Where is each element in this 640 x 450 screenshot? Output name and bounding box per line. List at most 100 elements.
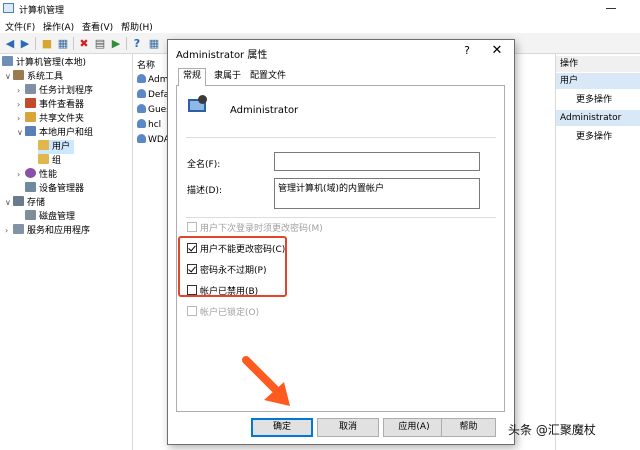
list-item[interactable]: Admi [137, 74, 171, 85]
folder-up-icon[interactable]: ■ [40, 37, 54, 50]
toolbar-separator [126, 37, 127, 50]
must-change-password-checkbox[interactable]: 用户下次登录时须更改密码(M) [187, 222, 323, 234]
tree-label: 性能 [39, 170, 58, 180]
tab-profile[interactable]: 配置文件 [246, 69, 290, 85]
cancel-button[interactable]: 取消 [317, 418, 379, 437]
minimize-button[interactable] [599, 0, 623, 17]
user-icon [137, 74, 146, 83]
dialog-title: Administrator 属性 [176, 50, 268, 61]
tree-item-services-apps[interactable]: › 服务和应用程序 [5, 224, 90, 238]
tree-label: 服务和应用程序 [27, 226, 91, 236]
tree-item-device-manager[interactable]: 设备管理器 [25, 182, 84, 196]
tree-item-task-scheduler[interactable]: › 任务计划程序 [17, 84, 93, 98]
show-hide-tree-icon[interactable]: ▦ [56, 37, 70, 50]
tree-label: 本地用户和组 [39, 128, 94, 138]
expand-chevron-icon[interactable]: › [17, 84, 25, 98]
performance-icon [25, 168, 36, 178]
forward-arrow-icon[interactable]: ▶ [18, 37, 32, 50]
cannot-change-password-checkbox[interactable]: 用户不能更改密码(C) [187, 243, 285, 255]
menu-view[interactable]: 查看(V) [82, 20, 113, 33]
collapse-chevron-icon[interactable]: ∨ [17, 126, 25, 140]
tree-item-disk-management[interactable]: 磁盘管理 [25, 210, 75, 224]
expand-chevron-icon[interactable]: › [17, 168, 25, 182]
checkbox-box[interactable] [187, 306, 197, 316]
window-titlebar: 计算机管理 [0, 0, 640, 17]
tree-label: 计算机管理(本地) [16, 58, 87, 68]
more-actions-link[interactable]: 更多操作 [576, 129, 612, 142]
tree-label: 任务计划程序 [39, 86, 94, 96]
tree-label: 共享文件夹 [39, 114, 85, 124]
list-item[interactable]: Gues [137, 104, 171, 115]
tree-item-shared-folders[interactable]: › 共享文件夹 [17, 112, 84, 126]
actions-section-users[interactable]: 用户 [556, 73, 640, 89]
close-icon[interactable]: ✕ [490, 43, 504, 58]
users-icon [25, 126, 36, 136]
account-disabled-checkbox[interactable]: 帐户已禁用(B) [187, 285, 258, 297]
help-button[interactable]: 帮助 [441, 418, 496, 437]
user-icon [137, 104, 146, 113]
tree-item-groups[interactable]: 组 [38, 154, 61, 168]
checkbox-box[interactable] [187, 222, 197, 232]
checkbox-box[interactable] [187, 243, 197, 253]
help-icon[interactable]: ? [460, 44, 474, 57]
watermark-text: 头条 @汇聚魔杖 [508, 423, 596, 437]
user-account-icon [188, 95, 210, 117]
tab-member-of[interactable]: 隶属于 [210, 69, 245, 85]
collapse-chevron-icon[interactable]: ∨ [5, 70, 13, 84]
more-actions-link[interactable]: 更多操作 [576, 92, 612, 105]
actions-section-administrator[interactable]: Administrator [556, 110, 640, 126]
checkbox-box[interactable] [187, 264, 197, 274]
back-arrow-icon[interactable]: ◀ [3, 37, 17, 50]
toolbar-separator [73, 37, 74, 50]
tab-general[interactable]: 常规 [178, 68, 207, 86]
ok-button[interactable]: 确定 [251, 418, 313, 437]
description-field[interactable]: 管理计算机(域)的内置帐户 [274, 178, 480, 209]
fullname-label: 全名(F): [187, 160, 221, 170]
tree-label: 磁盘管理 [39, 212, 76, 222]
column-header-name[interactable]: 名称 [137, 58, 155, 71]
help-icon[interactable]: ? [130, 37, 144, 50]
expand-chevron-icon[interactable]: › [17, 98, 25, 112]
tree-item-system-tools[interactable]: ∨ 系统工具 [5, 70, 63, 84]
menu-file[interactable]: 文件(F) [5, 20, 35, 33]
export-list-icon[interactable]: ▶ [109, 37, 123, 50]
tree-item-storage[interactable]: ∨ 存储 [5, 196, 45, 210]
expand-chevron-icon[interactable]: › [17, 112, 25, 126]
tree-label: 设备管理器 [39, 184, 85, 194]
clock-icon [25, 84, 36, 94]
menu-help[interactable]: 帮助(H) [121, 20, 153, 33]
divider [186, 217, 496, 218]
user-icon [137, 89, 146, 98]
tree-item-root[interactable]: 计算机管理(本地) [2, 56, 86, 70]
collapse-chevron-icon[interactable]: ∨ [5, 196, 13, 210]
services-icon [13, 224, 24, 234]
tree-item-users[interactable]: 用户 [38, 140, 75, 154]
show-hide-action-pane-icon[interactable]: ▦ [147, 37, 161, 50]
fullname-field[interactable] [274, 152, 480, 171]
tools-icon [13, 70, 24, 80]
tree-label: 系统工具 [27, 72, 64, 82]
list-item[interactable]: hcl [137, 119, 161, 130]
user-icon [137, 134, 146, 143]
tree-label: 事件查看器 [39, 100, 85, 110]
tree-item-performance[interactable]: › 性能 [17, 168, 57, 182]
checkbox-box[interactable] [187, 285, 197, 295]
expand-chevron-icon[interactable]: › [5, 224, 13, 238]
tree-item-event-viewer[interactable]: › 事件查看器 [17, 98, 84, 112]
properties-dialog: Administrator 属性 ? ✕ 常规 隶属于 配置文件 Adminis… [167, 39, 515, 445]
actions-header: 操作 [556, 56, 640, 72]
tree-label: 用户 [52, 142, 71, 152]
list-item[interactable]: WDA [137, 134, 170, 145]
menu-bar: 文件(F) 操作(A) 查看(V) 帮助(H) [0, 17, 640, 33]
delete-icon[interactable]: ✖ [77, 37, 91, 50]
actions-pane: 操作 用户 更多操作 Administrator 更多操作 [555, 54, 640, 450]
tree-item-local-users-groups[interactable]: ∨ 本地用户和组 [17, 126, 93, 140]
console-tree: 计算机管理(本地) ∨ 系统工具 › 任务计划程序 › 事件查看器 › 共享文件夹 ∨ 本… [0, 54, 133, 450]
account-locked-checkbox[interactable]: 帐户已锁定(O) [187, 306, 259, 318]
password-never-expires-checkbox[interactable]: 密码永不过期(P) [187, 264, 266, 276]
list-item[interactable]: Defa [137, 89, 169, 100]
properties-icon[interactable]: ▤ [93, 37, 107, 50]
menu-action[interactable]: 操作(A) [43, 20, 74, 33]
storage-icon [13, 196, 24, 206]
apply-button[interactable]: 应用(A) [383, 418, 445, 437]
